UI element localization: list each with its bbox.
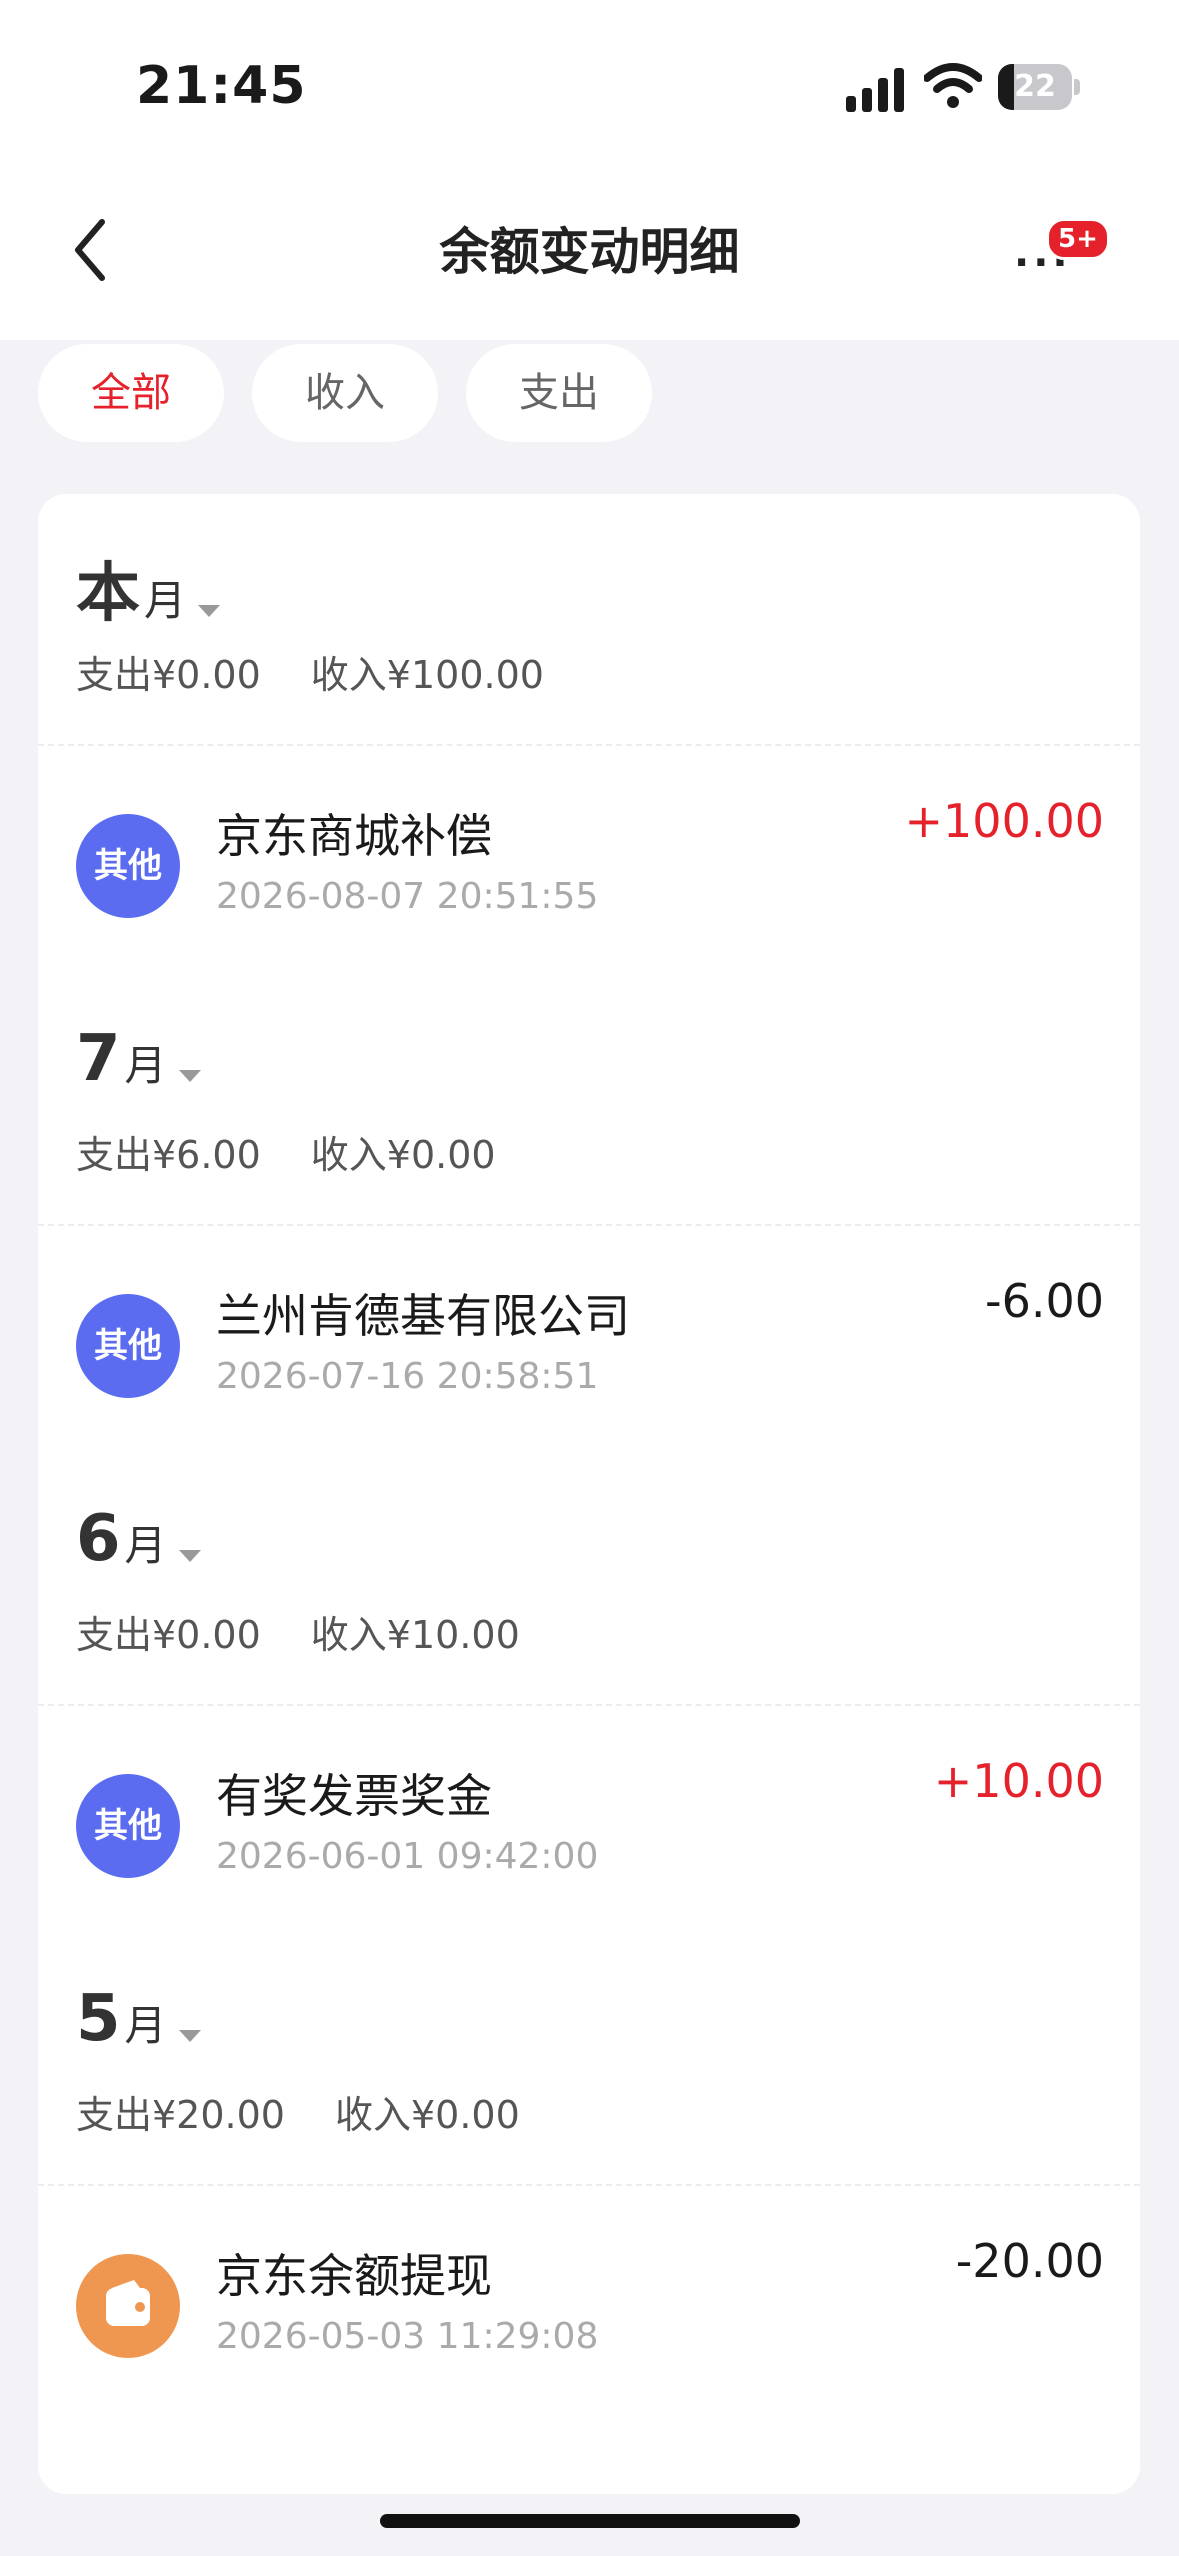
month-expense: 支出¥0.00: [76, 1613, 261, 1657]
month-summary: 支出¥6.00 收入¥0.00: [76, 1124, 546, 1179]
month-selector[interactable]: 7月: [76, 1022, 201, 1096]
more-button[interactable]: ··· 5+: [1004, 218, 1110, 290]
status-time: 21:45: [136, 56, 307, 116]
home-indicator[interactable]: [380, 2514, 800, 2528]
month-unit: 月: [124, 1041, 167, 1090]
month-income: 收入¥100.00: [310, 653, 544, 697]
wallet-icon: [76, 2254, 180, 2358]
month-header: 5月 支出¥20.00 收入¥0.00: [38, 1934, 1140, 2184]
caret-down-icon: [198, 604, 221, 617]
transaction-amount: +10.00: [933, 1754, 1104, 1808]
month-expense: 支出¥6.00: [76, 1133, 261, 1177]
cellular-signal-icon: [846, 68, 904, 112]
month-header: 本月 支出¥0.00 收入¥100.00: [38, 494, 1140, 744]
month-unit: 月: [124, 1521, 167, 1570]
battery-level-text: 22: [1014, 69, 1056, 104]
battery-indicator: 22: [998, 64, 1082, 110]
transaction-row[interactable]: 京东余额提现 2026-05-03 11:29:08 -20.00: [38, 2184, 1140, 2414]
month-expense: 支出¥0.00: [76, 653, 261, 697]
month-label: 6: [76, 1502, 121, 1576]
month-label: 5: [76, 1982, 121, 2056]
caret-down-icon: [178, 1549, 201, 1562]
tab-all[interactable]: 全部: [38, 344, 224, 442]
transaction-amount: +100.00: [904, 794, 1105, 848]
month-selector[interactable]: 6月: [76, 1502, 201, 1576]
month-header: 6月 支出¥0.00 收入¥10.00: [38, 1454, 1140, 1704]
transactions-card: 本月 支出¥0.00 收入¥100.00 其他 京东商城补偿 2026-08-07…: [38, 494, 1140, 2494]
status-bar: 21:45 22: [0, 0, 1179, 170]
transaction-row[interactable]: 其他 京东商城补偿 2026-08-07 20:51:55 +100.00: [38, 744, 1140, 974]
category-other-icon: 其他: [76, 814, 180, 918]
transaction-title: 京东余额提现: [216, 2249, 492, 2303]
transaction-time: 2026-05-03 11:29:08: [216, 2316, 599, 2357]
transaction-row[interactable]: 其他 兰州肯德基有限公司 2026-07-16 20:58:51 -6.00: [38, 1224, 1140, 1454]
month-summary: 支出¥0.00 收入¥100.00: [76, 644, 594, 699]
month-income: 收入¥10.00: [310, 1613, 520, 1657]
month-summary: 支出¥20.00 收入¥0.00: [76, 2084, 570, 2139]
month-income: 收入¥0.00: [334, 2093, 520, 2137]
month-header: 7月 支出¥6.00 收入¥0.00: [38, 974, 1140, 1224]
transaction-title: 有奖发票奖金: [216, 1769, 492, 1823]
month-label: 本: [76, 557, 140, 631]
caret-down-icon: [178, 1069, 201, 1082]
month-unit: 月: [124, 2001, 167, 2050]
category-other-icon: 其他: [76, 1294, 180, 1398]
category-other-icon: 其他: [76, 1774, 180, 1878]
transaction-amount: -6.00: [984, 1274, 1104, 1328]
transaction-title: 京东商城补偿: [216, 809, 492, 863]
nav-bar: 余额变动明细 ··· 5+: [0, 170, 1179, 340]
month-expense: 支出¥20.00: [76, 2093, 285, 2137]
transaction-row[interactable]: 其他 有奖发票奖金 2026-06-01 09:42:00 +10.00: [38, 1704, 1140, 1934]
caret-down-icon: [178, 2029, 201, 2042]
month-summary: 支出¥0.00 收入¥10.00: [76, 1604, 570, 1659]
transaction-time: 2026-06-01 09:42:00: [216, 1836, 599, 1877]
transaction-time: 2026-07-16 20:58:51: [216, 1356, 599, 1397]
transaction-title: 兰州肯德基有限公司: [216, 1289, 630, 1343]
tab-income[interactable]: 收入: [252, 344, 438, 442]
message-badge: 5+: [1046, 218, 1110, 260]
month-selector[interactable]: 5月: [76, 1982, 201, 2056]
month-selector[interactable]: 本月: [76, 542, 221, 634]
page-title: 余额变动明细: [439, 223, 740, 281]
transaction-time: 2026-08-07 20:51:55: [216, 876, 599, 917]
month-income: 收入¥0.00: [310, 1133, 496, 1177]
tab-expense[interactable]: 支出: [466, 344, 652, 442]
transaction-amount: -20.00: [955, 2234, 1104, 2288]
wifi-icon: [924, 63, 982, 108]
month-label: 7: [76, 1022, 121, 1096]
month-unit: 月: [144, 576, 187, 625]
